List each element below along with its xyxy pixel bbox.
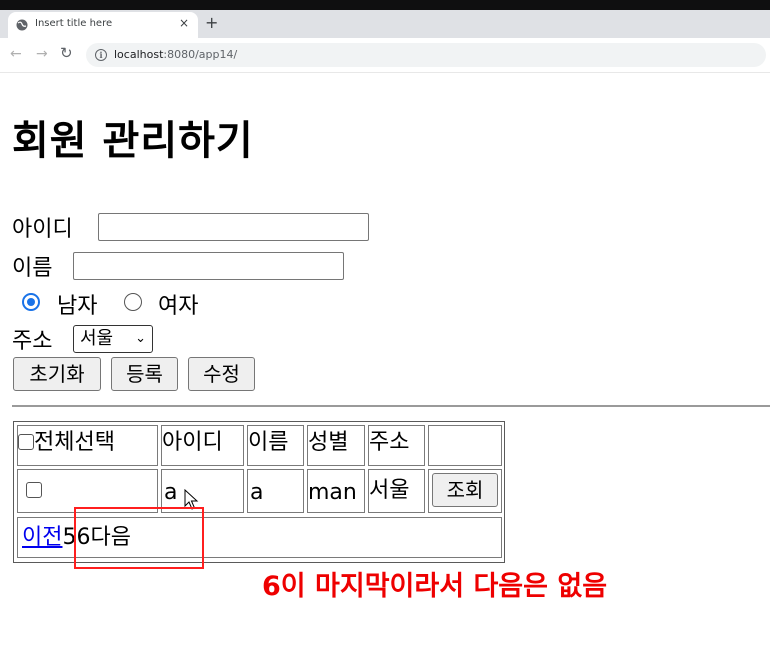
cell-action: 조회 <box>428 469 502 513</box>
url-host: localhost <box>114 48 164 61</box>
highlight-box <box>74 507 204 569</box>
id-input[interactable] <box>98 213 369 241</box>
new-tab-icon[interactable]: + <box>205 13 218 32</box>
close-tab-icon[interactable]: × <box>179 16 189 30</box>
address-select-value: 서울 <box>80 328 114 349</box>
globe-icon <box>16 19 28 31</box>
window-top-strip <box>0 0 770 10</box>
forward-arrow-icon[interactable]: → <box>36 46 48 62</box>
view-button[interactable]: 조회 <box>432 473 498 507</box>
divider <box>12 405 770 407</box>
url-text[interactable]: localhost:8080/app14/ <box>114 48 237 61</box>
annotation-note: 6이 마지막이라서 다음은 없음 <box>262 571 608 602</box>
header-address: 주소 <box>368 425 425 466</box>
cell-name: a <box>247 469 304 513</box>
address-bar: ← → ↻ i localhost:8080/app14/ <box>0 38 770 73</box>
header-select-all: 전체선택 <box>17 425 158 466</box>
header-id: 아이디 <box>161 425 244 466</box>
page-title: 회원 관리하기 <box>12 118 254 164</box>
tab-bar: Insert title here × + <box>0 10 770 38</box>
name-label: 이름 <box>12 256 53 281</box>
address-label: 주소 <box>12 329 53 354</box>
browser-tab[interactable]: Insert title here × <box>8 12 198 38</box>
header-name: 이름 <box>247 425 304 466</box>
tab-title: Insert title here <box>35 18 113 29</box>
info-icon[interactable]: i <box>95 49 107 61</box>
id-label: 아이디 <box>12 217 73 242</box>
cell-gender: man <box>307 469 365 513</box>
pager-prev-link[interactable]: 이전 <box>22 525 62 550</box>
gender-male-label: 남자 <box>57 294 98 319</box>
header-empty <box>428 425 502 466</box>
chevron-down-icon: ⌄ <box>135 331 146 346</box>
row-checkbox[interactable] <box>26 482 42 498</box>
address-select[interactable]: 서울 ⌄ <box>73 325 153 353</box>
register-button[interactable]: 등록 <box>111 357 178 391</box>
omnibox[interactable]: i localhost:8080/app14/ <box>86 43 766 67</box>
name-input[interactable] <box>73 252 344 280</box>
reset-button[interactable]: 초기화 <box>13 357 101 391</box>
url-path: :8080/app14/ <box>163 48 238 61</box>
back-arrow-icon[interactable]: ← <box>10 46 22 62</box>
header-gender: 성별 <box>307 425 365 466</box>
gender-male-radio[interactable] <box>22 293 40 311</box>
reload-icon[interactable]: ↻ <box>60 44 73 62</box>
cell-address: 서울 <box>368 469 425 513</box>
select-all-checkbox[interactable] <box>18 434 34 450</box>
update-button[interactable]: 수정 <box>188 357 255 391</box>
gender-female-label: 여자 <box>158 294 199 319</box>
header-select-all-label: 전체선택 <box>34 430 115 455</box>
gender-female-radio[interactable] <box>124 293 142 311</box>
